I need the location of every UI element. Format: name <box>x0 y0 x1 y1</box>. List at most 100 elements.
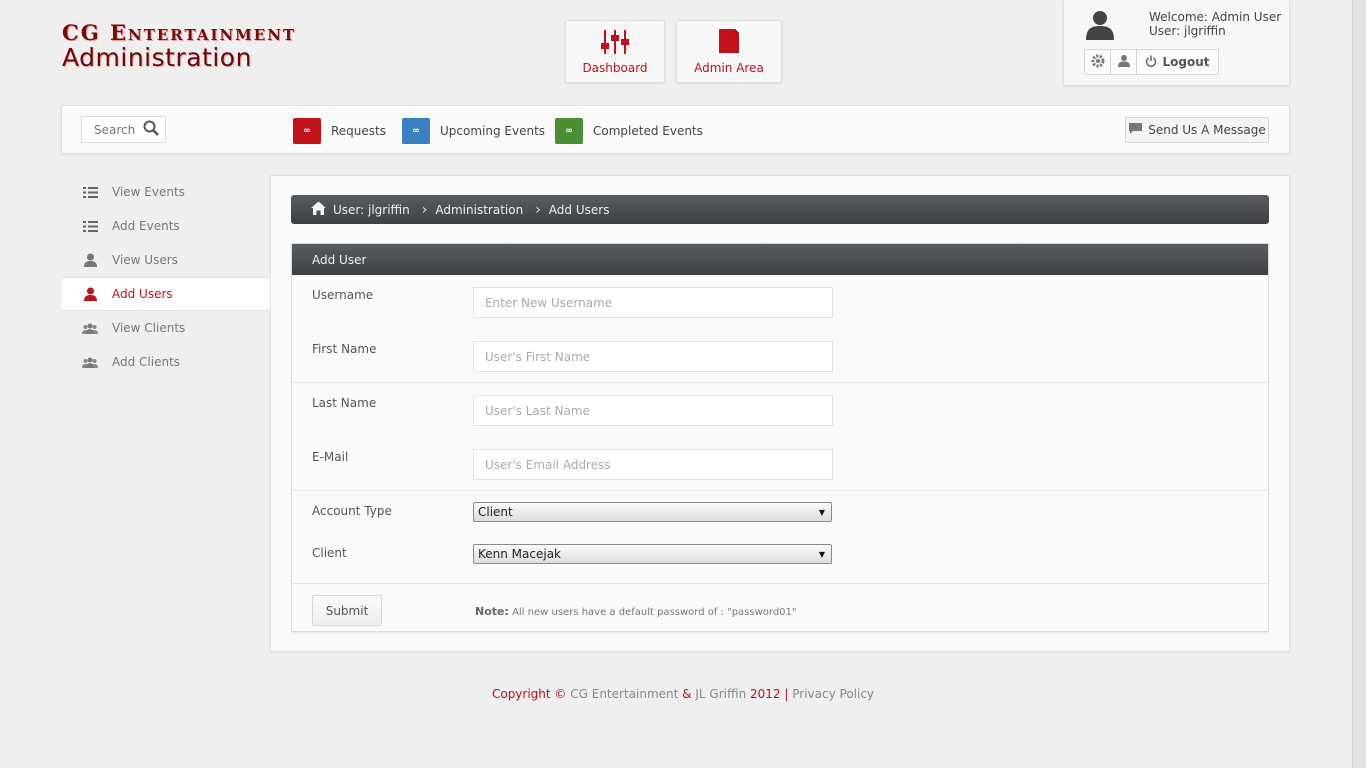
last-name-row: Last Name <box>292 383 1268 437</box>
navbar: ∞ Requests ∞ Upcoming Events ∞ Completed… <box>61 105 1290 154</box>
first-name-field[interactable] <box>473 341 833 372</box>
profile-button[interactable] <box>1111 50 1137 74</box>
logout-label: Logout <box>1162 55 1210 69</box>
group-icon <box>82 355 98 369</box>
admin-area-label: Admin Area <box>694 61 764 75</box>
breadcrumb-add-users: Add Users <box>548 202 610 217</box>
sidebar-item-label: View Events <box>112 185 185 199</box>
last-name-field[interactable] <box>473 395 833 426</box>
privacy-policy-link[interactable]: Privacy Policy <box>792 687 874 701</box>
sidebar-item-view-clients[interactable]: View Clients <box>62 311 272 345</box>
breadcrumb-user-label: User: jlgriffin <box>333 202 410 217</box>
logo-title: CG Entertainment <box>62 20 297 45</box>
submit-row: Submit Note: All new users have a defaul… <box>292 583 1268 639</box>
username-text: User: jlgriffin <box>1149 24 1226 38</box>
sidebar-item-label: Add Users <box>112 287 173 301</box>
note-label: Note: <box>475 605 509 618</box>
breadcrumb-administration[interactable]: Administration <box>435 203 523 217</box>
send-message-button[interactable]: Send Us A Message <box>1125 117 1269 143</box>
client-select[interactable]: Kenn Macejak ▼ <box>473 544 832 564</box>
first-name-label: First Name <box>312 342 377 356</box>
user-icon <box>82 287 98 301</box>
dashboard-tile-button[interactable]: Dashboard <box>565 20 665 83</box>
nav-completed-label: Completed Events <box>593 124 703 138</box>
search-icon[interactable] <box>143 120 159 139</box>
submit-button[interactable]: Submit <box>312 595 382 626</box>
nav-requests[interactable]: ∞ Requests <box>293 118 386 144</box>
email-row: E-Mail <box>292 437 1268 491</box>
account-type-select[interactable]: Client ▼ <box>473 502 832 522</box>
logo-subtitle: Administration <box>62 43 252 72</box>
user-icon <box>82 253 98 267</box>
sidebar: View Events Add Events View Users Add Us… <box>62 175 272 379</box>
last-name-label: Last Name <box>312 396 377 410</box>
gear-icon <box>1091 54 1105 71</box>
user-welcome: Welcome: Admin User User: jlgriffin <box>1149 10 1281 38</box>
settings-button[interactable] <box>1085 50 1111 74</box>
user-panel: Welcome: Admin User User: jlgriffin Logo… <box>1063 0 1290 86</box>
site-logo[interactable]: CG Entertainment Administration <box>62 20 432 76</box>
account-type-row: Account Type Client ▼ <box>292 491 1268 533</box>
home-icon <box>311 201 326 218</box>
password-note: Note: All new users have a default passw… <box>475 605 797 618</box>
nav-requests-label: Requests <box>331 124 386 138</box>
email-field[interactable] <box>473 449 833 480</box>
ampersand: & <box>682 687 692 701</box>
sidebar-item-add-events[interactable]: Add Events <box>62 209 272 243</box>
chevron-right-icon: › <box>421 201 428 218</box>
sidebar-item-view-users[interactable]: View Users <box>62 243 272 277</box>
footer-separator: | <box>784 687 789 701</box>
group-icon <box>82 321 98 335</box>
scrollbar[interactable] <box>1352 0 1366 768</box>
user-toolbar: Logout <box>1084 49 1219 75</box>
list-icon <box>82 219 98 233</box>
nav-completed-events[interactable]: ∞ Completed Events <box>555 118 703 144</box>
welcome-text: Welcome: Admin User <box>1149 10 1282 24</box>
sidebar-item-add-users[interactable]: Add Users <box>62 277 272 311</box>
copyright-year: 2012 <box>750 687 781 701</box>
username-row: Username <box>292 275 1268 329</box>
author-name: JL Griffin <box>695 687 747 701</box>
nav-upcoming-events[interactable]: ∞ Upcoming Events <box>402 118 545 144</box>
nav-upcoming-label: Upcoming Events <box>440 124 546 138</box>
add-user-form: Add User Username First Name Last Name E… <box>291 243 1269 632</box>
completed-count-badge: ∞ <box>555 118 583 144</box>
list-icon <box>82 185 98 199</box>
search-input[interactable] <box>94 122 138 137</box>
client-row: Client Kenn Macejak ▼ <box>292 533 1268 575</box>
breadcrumb-user[interactable]: User: jlgriffin <box>311 201 410 218</box>
client-value: Kenn Macejak <box>478 547 562 561</box>
email-label: E-Mail <box>312 450 349 464</box>
sliders-icon <box>566 21 664 55</box>
send-message-label: Send Us A Message <box>1148 123 1266 137</box>
username-field[interactable] <box>473 287 833 318</box>
first-name-row: First Name <box>292 329 1268 383</box>
avatar <box>1084 8 1116 40</box>
sidebar-item-label: Add Clients <box>112 355 181 369</box>
username-label: Username <box>312 288 374 302</box>
dashboard-label: Dashboard <box>582 61 648 75</box>
dropdown-arrow-icon: ▼ <box>818 549 825 559</box>
power-icon <box>1145 55 1157 70</box>
admin-area-tile-button[interactable]: Admin Area <box>676 20 782 83</box>
logout-button[interactable]: Logout <box>1137 50 1218 74</box>
chat-bubble-icon <box>1128 122 1143 138</box>
user-icon <box>1117 54 1130 70</box>
company-name: CG Entertainment <box>570 687 679 701</box>
copyright-text: Copyright © <box>491 687 567 701</box>
upcoming-count-badge: ∞ <box>402 118 430 144</box>
sidebar-item-label: Add Events <box>112 219 180 233</box>
sidebar-item-label: View Users <box>112 253 178 267</box>
note-text: All new users have a default password of… <box>512 607 797 618</box>
account-type-label: Account Type <box>312 504 392 518</box>
chevron-right-icon: › <box>535 201 541 218</box>
sidebar-item-view-events[interactable]: View Events <box>62 175 272 209</box>
footer: Copyright © CG Entertainment & JL Griffi… <box>0 687 1366 701</box>
sidebar-item-label: View Clients <box>112 321 186 335</box>
main-panel: User: jlgriffin › Administration › Add U… <box>270 175 1290 652</box>
document-icon <box>677 21 781 55</box>
client-label: Client <box>312 546 347 560</box>
sidebar-item-add-clients[interactable]: Add Clients <box>62 345 272 379</box>
form-title: Add User <box>292 244 1268 275</box>
requests-count-badge: ∞ <box>293 118 321 144</box>
